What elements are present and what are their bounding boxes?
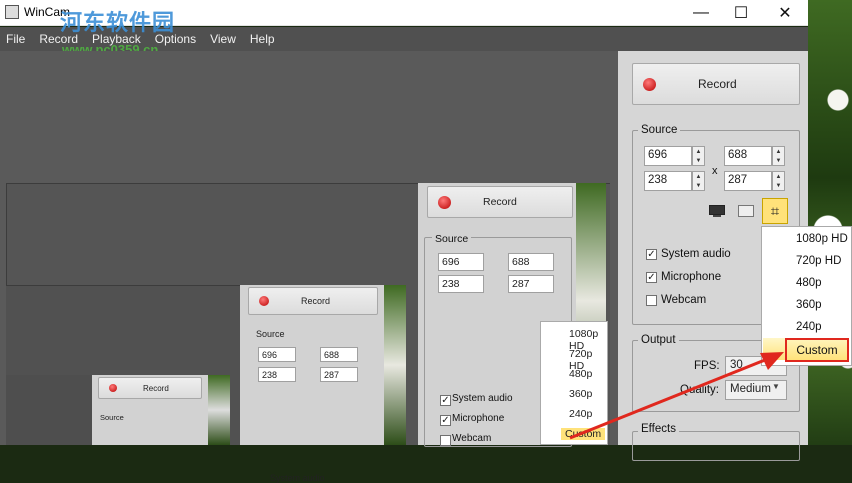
option-1080p[interactable]: 1080p HD	[796, 233, 848, 245]
webcam-label: Webcam	[661, 294, 707, 306]
nested-check-1: ✓	[440, 395, 451, 406]
nested-record-button: Record	[427, 186, 573, 218]
source-label: Source	[638, 124, 681, 136]
nested-microphone: Microphone	[452, 413, 505, 424]
microphone-checkbox[interactable]: ✓	[646, 272, 657, 283]
nested-check-2: ✓	[440, 415, 451, 426]
nested-system-audio: System audio	[452, 393, 513, 404]
nested-webcam: Webcam	[452, 433, 492, 444]
maximize-button[interactable]: ☐	[718, 0, 764, 26]
nested-panel-3: Record Source	[92, 375, 208, 445]
nested-x: 696	[438, 253, 484, 271]
record-icon	[643, 77, 656, 91]
system-audio-checkbox[interactable]: ✓	[646, 249, 657, 260]
option-480p[interactable]: 480p	[796, 277, 822, 289]
menu-help[interactable]: Help	[250, 32, 275, 46]
nested-h: 287	[508, 275, 554, 293]
system-audio-label: System audio	[661, 248, 731, 260]
nested-panel-2: Record Source 696 238 688 287 System aud…	[240, 285, 384, 483]
source-x-input[interactable]: 696	[644, 146, 692, 166]
size-separator: x	[712, 165, 718, 177]
nested-source-label: Source	[432, 233, 472, 245]
menu-file[interactable]: File	[6, 32, 25, 46]
record-button[interactable]: Record	[632, 63, 800, 105]
nested-frame-3	[6, 375, 92, 445]
window-icon[interactable]	[738, 205, 754, 217]
source-x-spinner[interactable]: ▲ ▼	[692, 146, 705, 166]
nested-y: 238	[438, 275, 484, 293]
capture-preview: Record Source 696 238 688 287 ✓ System a…	[0, 51, 618, 483]
monitor-icon[interactable]	[709, 205, 725, 218]
option-240p[interactable]: 240p	[796, 321, 822, 333]
webcam-checkbox[interactable]	[646, 295, 657, 306]
option-360p[interactable]: 360p	[796, 299, 822, 311]
desktop-background	[808, 0, 852, 445]
nested-w: 688	[508, 253, 554, 271]
microphone-label: Microphone	[661, 271, 722, 283]
option-720p[interactable]: 720p HD	[796, 255, 841, 267]
close-button[interactable]: ✕	[762, 0, 808, 26]
source-y-input[interactable]: 238	[644, 171, 692, 191]
menu-view[interactable]: View	[210, 32, 236, 46]
record-label: Record	[698, 77, 737, 91]
source-height-input[interactable]: 287	[724, 171, 772, 191]
crop-icon[interactable]: ⌗	[762, 198, 788, 224]
annotation-arrow	[569, 352, 784, 440]
app-icon	[5, 5, 19, 19]
source-width-spinner[interactable]: ▲ ▼	[772, 146, 785, 166]
nested-check-3	[440, 435, 451, 446]
source-height-spinner[interactable]: ▲ ▼	[772, 171, 785, 191]
source-y-spinner[interactable]: ▲ ▼	[692, 171, 705, 191]
source-width-input[interactable]: 688	[724, 146, 772, 166]
watermark-logo: 河东软件园	[60, 11, 176, 36]
